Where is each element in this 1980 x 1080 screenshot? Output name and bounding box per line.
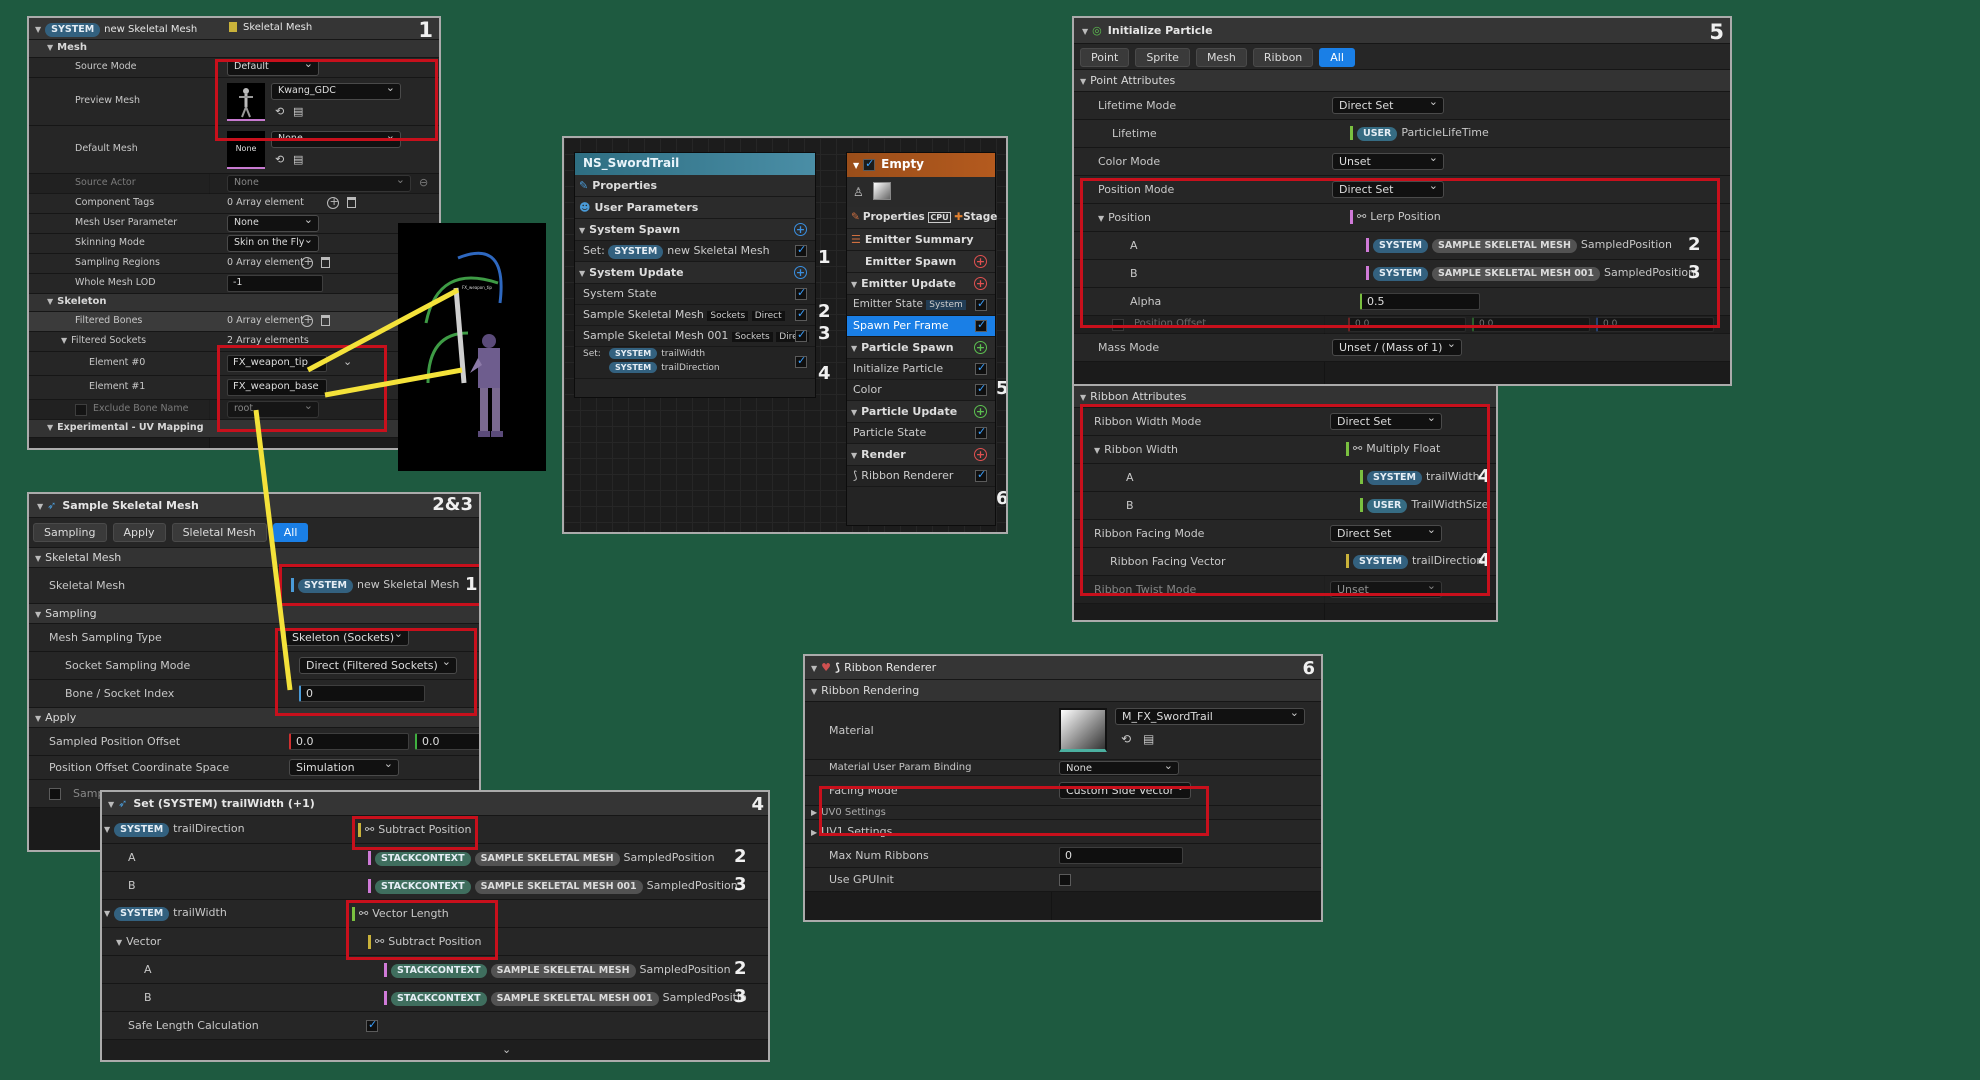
input-a-label: A — [128, 851, 136, 864]
function-icon: ⚯ — [375, 935, 385, 948]
module-pill: SAMPLE SKELETAL MESH — [474, 852, 620, 866]
trail-direction-row: ▼ SYSTEM trailDirection ⚯ Subtract Position — [102, 816, 768, 844]
subtract-position-dynamic-input[interactable]: Subtract Position — [388, 935, 481, 948]
module-pill: SAMPLE SKELETAL MESH — [490, 964, 636, 978]
step-number: 4 — [751, 794, 764, 815]
collapse-icon[interactable]: ▼ — [108, 800, 114, 809]
safe-length-row: Safe Length Calculation — [102, 1012, 768, 1040]
function-icon: ⚯ — [359, 907, 369, 920]
input-b-label: B — [144, 991, 152, 1004]
step-number: 3 — [734, 986, 747, 1007]
expand-chevron-icon[interactable]: ⌄ — [502, 1043, 511, 1056]
input-a-label: A — [144, 963, 152, 976]
trail-width-row: ▼ SYSTEM trailWidth ⚯ Vector Length — [102, 900, 768, 928]
step-number: 3 — [734, 874, 747, 895]
vec-a-row: A STACKCONTEXT SAMPLE SKELETAL MESH Sampled… — [102, 956, 768, 984]
set-trailwidth-panel: ▼ ➶ Set (SYSTEM) trailWidth (+1) 4 ▼ SYSTEM t… — [100, 790, 770, 1062]
stackcontext-pill: STACKCONTEXT — [391, 964, 487, 978]
trail-direction-label: trailDirection — [173, 822, 245, 835]
system-pill: SYSTEM — [114, 907, 170, 921]
safe-length-checkbox[interactable] — [366, 1018, 378, 1032]
td-a-row: A STACKCONTEXT SAMPLE SKELETAL MESH Sampled… — [102, 844, 768, 872]
trail-width-label: trailWidth — [173, 906, 227, 919]
sampled-position-binding[interactable]: SampledPosition — [647, 879, 738, 892]
step-number: 2 — [734, 958, 747, 979]
stackcontext-pill: STACKCONTEXT — [391, 992, 487, 1006]
panel-title: Set (SYSTEM) trailWidth (+1) — [133, 797, 315, 810]
panel-header[interactable]: ▼ ➶ Set (SYSTEM) trailWidth (+1) 4 — [102, 792, 768, 816]
input-b-label: B — [128, 879, 136, 892]
sampled-position-binding[interactable]: SampledPosition — [624, 851, 715, 864]
vector-row: ▼ Vector ⚯ Subtract Position — [102, 928, 768, 956]
vec-b-row: B STACKCONTEXT SAMPLE SKELETAL MESH 001 Sam… — [102, 984, 768, 1012]
system-pill: SYSTEM — [114, 823, 170, 837]
stackcontext-pill: STACKCONTEXT — [375, 880, 471, 894]
vector-label: Vector — [126, 935, 162, 948]
module-pill: SAMPLE SKELETAL MESH 001 — [490, 992, 659, 1006]
function-icon: ⚯ — [365, 823, 375, 836]
vector-length-dynamic-input[interactable]: Vector Length — [372, 907, 449, 920]
subtract-position-dynamic-input[interactable]: Subtract Position — [378, 823, 471, 836]
set-module-icon: ➶ — [118, 797, 128, 810]
safe-length-label: Safe Length Calculation — [128, 1019, 259, 1032]
module-pill: SAMPLE SKELETAL MESH 001 — [474, 880, 643, 894]
step-number: 2 — [734, 846, 747, 867]
sampled-position-binding[interactable]: SampledPosition — [640, 963, 731, 976]
stackcontext-pill: STACKCONTEXT — [375, 852, 471, 866]
td-b-row: B STACKCONTEXT SAMPLE SKELETAL MESH 001 Sam… — [102, 872, 768, 900]
